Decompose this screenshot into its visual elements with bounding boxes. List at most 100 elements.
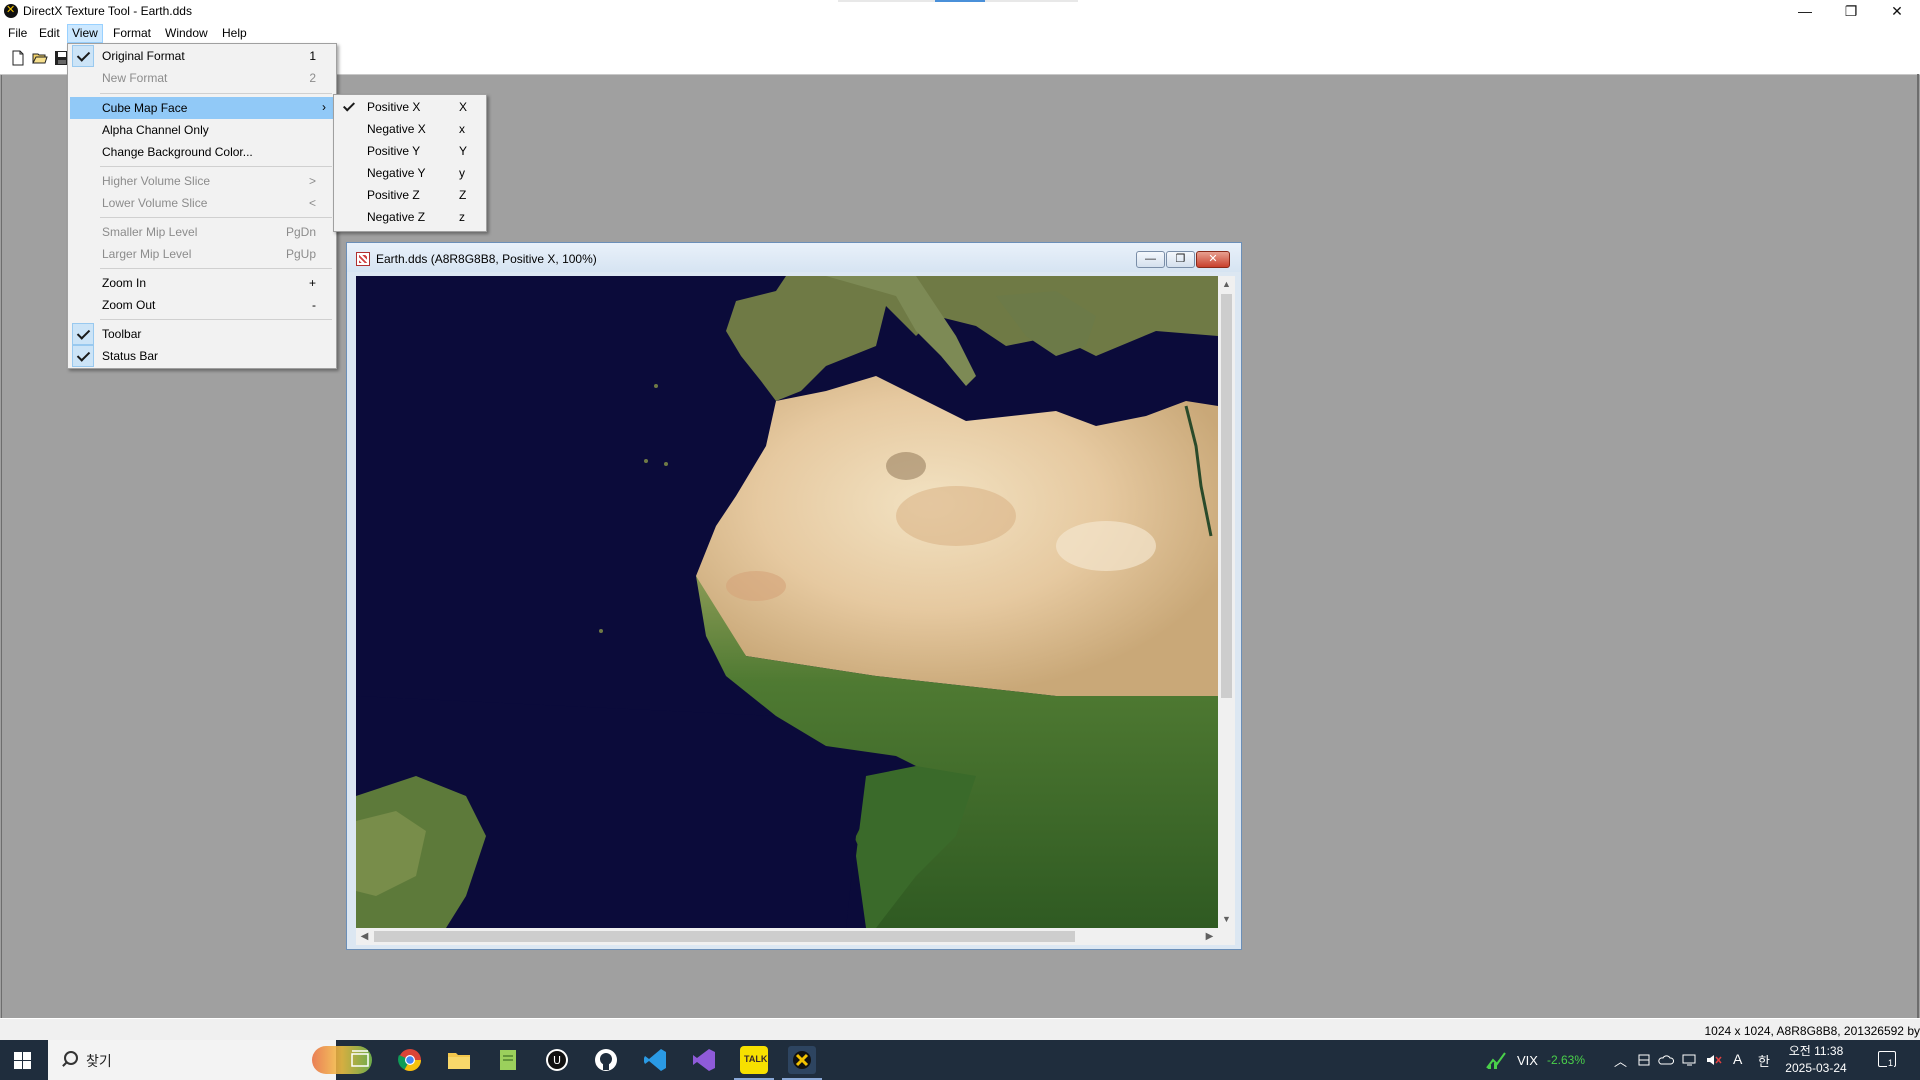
menu-item-label: Cube Map Face	[102, 101, 188, 115]
menu-item-label: Smaller Mip Level	[102, 225, 198, 239]
scroll-up-arrow-icon[interactable]: ▲	[1218, 276, 1235, 293]
menu-edit[interactable]: Edit	[35, 25, 64, 42]
resize-grip-icon[interactable]	[1218, 928, 1235, 945]
clock-date: 2025-03-24	[1785, 1061, 1847, 1075]
minimize-button[interactable]: —	[1782, 0, 1828, 23]
menu-item-higher-volume-slice[interactable]: Higher Volume Slice >	[70, 170, 334, 192]
status-bar: 1024 x 1024, A8R8G8B8, 201326592 by	[0, 1018, 1920, 1041]
submenu-item-label: Positive Y	[367, 144, 421, 158]
submenu-item-shortcut: X	[459, 100, 468, 114]
submenu-item-shortcut: Y	[459, 144, 468, 158]
close-button[interactable]: ✕	[1874, 0, 1920, 23]
task-view-icon[interactable]	[346, 1046, 374, 1074]
submenu-item-positive-y[interactable]: Positive Y Y	[336, 140, 484, 162]
submenu-item-negative-z[interactable]: Negative Z z	[336, 206, 484, 228]
vix-change: -2.63%	[1547, 1053, 1586, 1067]
menu-separator	[100, 268, 332, 269]
volume-muted-icon[interactable]	[1706, 1053, 1722, 1067]
github-icon[interactable]	[592, 1046, 620, 1074]
menu-item-smaller-mip-level[interactable]: Smaller Mip Level PgDn	[70, 221, 334, 243]
document-icon	[356, 252, 370, 266]
menu-item-label: Original Format	[102, 49, 185, 63]
child-minimize-button[interactable]: —	[1136, 251, 1165, 268]
menu-item-label: Alpha Channel Only	[102, 123, 209, 137]
cube-map-face-submenu: Positive X X Negative X x Positive Y Y N…	[333, 94, 487, 232]
network-icon[interactable]	[1682, 1053, 1698, 1067]
chrome-icon[interactable]	[396, 1046, 424, 1074]
menu-item-status-bar[interactable]: Status Bar	[70, 345, 334, 367]
file-explorer-icon[interactable]	[445, 1046, 473, 1074]
menu-item-label: Larger Mip Level	[102, 247, 192, 261]
title-bar-accent-blue	[935, 0, 985, 2]
unreal-engine-icon[interactable]: U	[543, 1046, 571, 1074]
windows-start-icon[interactable]	[14, 1052, 31, 1069]
checkmark-icon	[72, 45, 94, 67]
taskbar-search-box[interactable]: 찾기	[48, 1040, 372, 1080]
new-file-icon[interactable]	[10, 50, 26, 66]
horizontal-scroll-thumb[interactable]	[374, 931, 1075, 942]
earth-texture-image	[356, 276, 1218, 928]
menu-item-shortcut: 1	[309, 49, 316, 63]
vertical-scroll-thumb[interactable]	[1221, 294, 1232, 698]
app-title-bar[interactable]: DirectX Texture Tool - Earth.dds — ❐ ✕	[0, 0, 1920, 23]
child-close-button[interactable]: ✕	[1196, 251, 1230, 268]
menu-item-toolbar[interactable]: Toolbar	[70, 323, 334, 345]
menu-help[interactable]: Help	[218, 25, 251, 42]
search-label: 찾기	[86, 1053, 112, 1069]
scroll-down-arrow-icon[interactable]: ▼	[1218, 911, 1235, 928]
menu-item-original-format[interactable]: Original Format 1	[70, 45, 334, 67]
image-child-window[interactable]: Earth.dds (A8R8G8B8, Positive X, 100%) —…	[346, 242, 1242, 950]
menu-item-alpha-channel-only[interactable]: Alpha Channel Only	[70, 119, 334, 141]
menu-item-change-background-color[interactable]: Change Background Color...	[70, 141, 334, 163]
menu-item-cube-map-face[interactable]: Cube Map Face ›	[70, 97, 334, 119]
menu-item-label: Zoom In	[102, 276, 147, 290]
horizontal-scrollbar[interactable]: ◀ ▶	[356, 928, 1218, 945]
meet-now-icon[interactable]	[1637, 1053, 1651, 1067]
texture-viewport[interactable]	[356, 276, 1218, 928]
vscode-icon[interactable]	[641, 1046, 669, 1074]
menu-item-larger-mip-level[interactable]: Larger Mip Level PgUp	[70, 243, 334, 265]
search-icon	[64, 1051, 78, 1065]
menu-item-shortcut: PgDn	[285, 225, 316, 239]
kakaotalk-icon[interactable]: TALK	[734, 1046, 774, 1080]
notepad-icon[interactable]	[494, 1046, 522, 1074]
app-title: DirectX Texture Tool - Earth.dds	[23, 4, 192, 18]
windows-taskbar: 찾기 U TALK VIX -2.63% ︿ A 한 오전 11:38 2025…	[0, 1040, 1920, 1080]
menu-file[interactable]: File	[4, 25, 31, 42]
scroll-left-arrow-icon[interactable]: ◀	[356, 928, 373, 945]
scroll-right-arrow-icon[interactable]: ▶	[1201, 928, 1218, 945]
menu-item-label: Status Bar	[102, 349, 159, 363]
menu-item-lower-volume-slice[interactable]: Lower Volume Slice <	[70, 192, 334, 214]
ime-mode[interactable]: A	[1733, 1051, 1742, 1067]
visual-studio-icon[interactable]	[690, 1046, 718, 1074]
menu-item-new-format[interactable]: New Format 2	[70, 67, 334, 89]
checkmark-icon	[338, 96, 360, 118]
menu-item-zoom-in[interactable]: Zoom In +	[70, 272, 334, 294]
directx-texture-tool-icon[interactable]	[782, 1046, 822, 1080]
submenu-item-negative-y[interactable]: Negative Y y	[336, 162, 484, 184]
menu-format[interactable]: Format	[109, 25, 155, 42]
show-hidden-icons-icon[interactable]: ︿	[1614, 1051, 1627, 1070]
menu-bar: File Edit View Format Window Help	[0, 23, 1920, 43]
vertical-scrollbar[interactable]: ▲ ▼	[1218, 276, 1235, 928]
svg-text:U: U	[553, 1054, 561, 1067]
taskbar-clock[interactable]: 오전 11:38 2025-03-24	[1776, 1043, 1856, 1077]
submenu-item-shortcut: y	[459, 166, 465, 180]
child-title-bar[interactable]: Earth.dds (A8R8G8B8, Positive X, 100%) —…	[347, 243, 1241, 272]
notification-center-icon[interactable]: 1	[1878, 1051, 1896, 1068]
menu-view[interactable]: View	[67, 24, 103, 43]
child-restore-button[interactable]: ❐	[1166, 251, 1195, 268]
menu-item-shortcut: -	[312, 298, 316, 312]
menu-window[interactable]: Window	[161, 25, 212, 42]
menu-item-shortcut: PgUp	[285, 247, 316, 261]
submenu-item-positive-x[interactable]: Positive X X	[336, 96, 484, 118]
menu-item-zoom-out[interactable]: Zoom Out -	[70, 294, 334, 316]
open-folder-icon[interactable]	[32, 50, 48, 66]
submenu-item-positive-z[interactable]: Positive Z Z	[336, 184, 484, 206]
restore-button[interactable]: ❐	[1828, 0, 1874, 23]
korean-ime-icon[interactable]: 한	[1758, 1051, 1770, 1070]
submenu-item-negative-x[interactable]: Negative X x	[336, 118, 484, 140]
menu-separator	[100, 319, 332, 320]
mdi-right-border	[1917, 74, 1919, 1018]
onedrive-cloud-icon[interactable]	[1658, 1053, 1674, 1067]
